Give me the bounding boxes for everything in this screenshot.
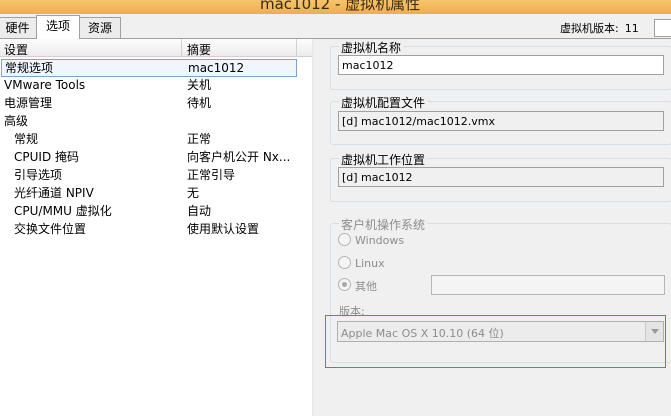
vm-version-label: 虚拟机版本: — [560, 22, 619, 35]
row-setting: 电源管理 — [4, 96, 53, 110]
list-row-power-management[interactable]: 电源管理 待机 — [0, 94, 312, 112]
windows-radio[interactable] — [338, 233, 351, 246]
row-setting: VMware Tools — [4, 78, 86, 92]
list-row-cpuid-mask[interactable]: CPUID 掩码 向客户机公开 Nx... — [0, 148, 312, 166]
row-summary: 向客户机公开 Nx... — [187, 150, 291, 164]
list-row-vmware-tools[interactable]: VMware Tools 关机 — [0, 76, 312, 94]
row-setting: 常规选项 — [5, 61, 54, 75]
row-setting: 引导选项 — [14, 168, 63, 182]
list-row-advanced[interactable]: 高级 — [0, 112, 312, 130]
row-summary: 使用默认设置 — [187, 222, 260, 236]
work-location-label: 虚拟机工作位置 — [339, 151, 428, 168]
other-radio-label: 其他 — [355, 280, 377, 293]
row-setting: CPUID 掩码 — [14, 150, 79, 164]
list-row-swapfile-location[interactable]: 交换文件位置 使用默认设置 — [0, 220, 312, 238]
column-divider[interactable] — [181, 39, 182, 56]
col-summary-header[interactable]: 摘要 — [187, 41, 211, 58]
row-setting: 常规 — [14, 132, 39, 146]
row-summary: 正常 — [187, 132, 212, 146]
list-row-boot-options[interactable]: 引导选项 正常引导 — [0, 166, 312, 184]
tab-hardware[interactable]: 硬件 — [0, 17, 37, 38]
corner-box — [654, 19, 671, 37]
list-row-general[interactable]: 常规 正常 — [0, 130, 312, 148]
vm-name-label: 虚拟机名称 — [339, 39, 404, 56]
row-summary: 待机 — [187, 96, 212, 110]
row-setting: 交换文件位置 — [14, 222, 87, 236]
row-summary: 正常引导 — [187, 168, 236, 182]
row-summary: mac1012 — [188, 61, 245, 75]
other-os-input[interactable] — [431, 275, 665, 295]
highlight-annotation-box — [325, 315, 666, 368]
config-file-field: [d] mac1012/mac1012.vmx — [338, 111, 664, 131]
row-summary: 关机 — [187, 78, 212, 92]
list-header: 设置 摘要 — [0, 39, 312, 57]
list-row-cpu-mmu-virtualization[interactable]: CPU/MMU 虚拟化 自动 — [0, 202, 312, 220]
tab-label: 资源 — [87, 21, 112, 35]
guest-os-label: 客户机操作系统 — [339, 216, 428, 233]
tab-bar: 硬件 选项 资源 虚拟机版本: 11 — [0, 14, 671, 39]
tab-options[interactable]: 选项 — [36, 15, 80, 39]
linux-radio-label: Linux — [355, 257, 385, 270]
row-summary: 无 — [187, 186, 200, 200]
vm-name-input[interactable]: mac1012 — [338, 55, 664, 75]
row-setting: 光纤通道 NPIV — [14, 186, 94, 200]
linux-radio[interactable] — [338, 256, 351, 269]
settings-list: 设置 摘要 常规选项 mac1012 VMware Tools 关机 电源管理 … — [0, 39, 312, 416]
list-row-general-options[interactable]: 常规选项 mac1012 — [1, 59, 297, 77]
work-location-field: [d] mac1012 — [338, 167, 664, 187]
tab-label: 选项 — [45, 19, 70, 33]
row-summary: 自动 — [187, 204, 212, 218]
col-setting-header[interactable]: 设置 — [4, 41, 28, 58]
row-setting: 高级 — [4, 114, 29, 128]
row-setting: CPU/MMU 虚拟化 — [14, 204, 112, 218]
window-title: mac1012 - 虚拟机属性 — [260, 0, 421, 13]
vm-version: 虚拟机版本: 11 — [560, 20, 639, 36]
windows-radio-label: Windows — [355, 234, 405, 247]
title-bar: mac1012 - 虚拟机属性 — [0, 0, 671, 14]
vm-version-value: 11 — [624, 22, 639, 35]
other-radio[interactable] — [338, 278, 351, 291]
list-row-fibre-channel-npiv[interactable]: 光纤通道 NPIV 无 — [0, 184, 312, 202]
tab-resources[interactable]: 资源 — [79, 17, 121, 38]
tab-label: 硬件 — [5, 21, 30, 35]
config-file-label: 虚拟机配置文件 — [339, 94, 428, 111]
column-divider[interactable] — [296, 39, 297, 56]
